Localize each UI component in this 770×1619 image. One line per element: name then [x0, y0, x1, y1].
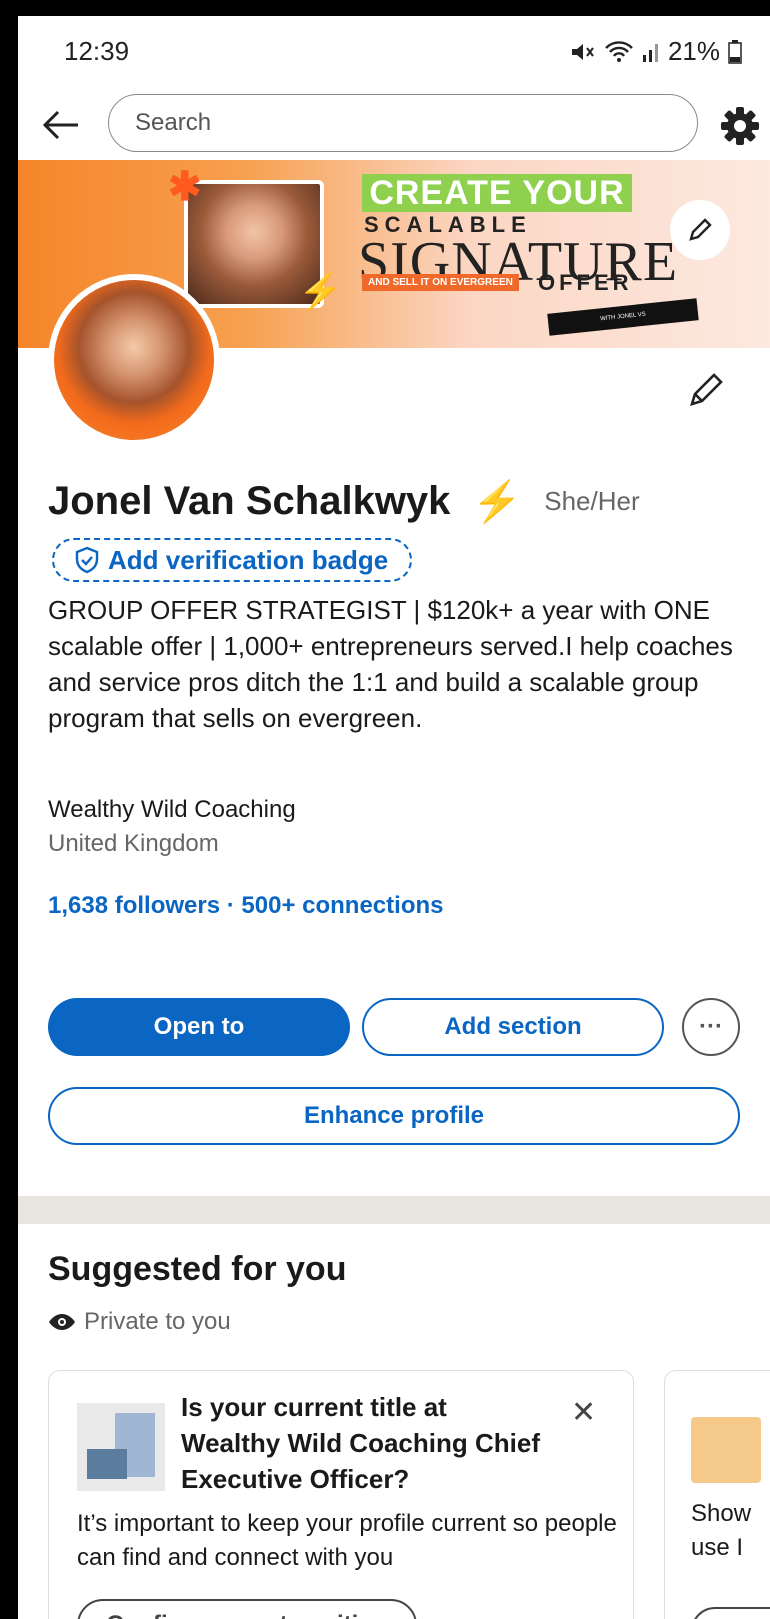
suggestion-2-line2: use I — [691, 1534, 744, 1561]
open-to-button[interactable]: Open to — [48, 998, 350, 1056]
followers-connections-link[interactable]: 1,638 followers · 500+ connections — [48, 892, 443, 920]
suggestion-title: Is your current title at Wealthy Wild Co… — [181, 1392, 540, 1494]
star-icon: ✱ — [168, 165, 202, 209]
section-divider — [18, 1196, 770, 1224]
banner-heading: CREATE YOUR — [362, 174, 632, 212]
status-bar: 12:39 21% — [18, 16, 770, 86]
search-row: Search — [18, 86, 770, 166]
suggestion-card: Is your current title at Wealthy Wild Co… — [48, 1370, 634, 1619]
pencil-icon — [689, 218, 712, 241]
edit-banner-button[interactable] — [670, 200, 730, 260]
confirm-position-button[interactable]: Confirm current position — [77, 1599, 417, 1619]
suggestion-body: It’s important to keep your profile curr… — [77, 1510, 617, 1571]
company-icon — [77, 1403, 165, 1491]
suggestion-card-2: Show use I Ad — [664, 1370, 770, 1619]
suggestion-2-text: Show use I — [691, 1497, 751, 1565]
banner-line4: OFFER — [538, 270, 633, 295]
privacy-note: Private to you — [48, 1308, 231, 1336]
search-input[interactable]: Search — [108, 94, 698, 152]
gear-icon[interactable] — [720, 106, 760, 146]
battery-label: 21% — [667, 36, 720, 66]
suggested-section-title: Suggested for you — [48, 1250, 347, 1288]
profile-headline: GROUP OFFER STRATEGIST | $120k+ a year w… — [48, 595, 733, 733]
lightning-icon: ⚡ — [298, 270, 343, 311]
name-row: Jonel Van Schalkwyk ⚡ She/Her — [48, 478, 640, 525]
location: United Kingdom — [48, 830, 219, 857]
signal-icon — [642, 41, 660, 63]
enhance-profile-button[interactable]: Enhance profile — [48, 1087, 740, 1145]
wifi-icon — [604, 40, 634, 64]
suggestion-2-line1: Show — [691, 1500, 752, 1527]
mute-icon — [570, 41, 596, 63]
profile-name: Jonel Van Schalkwyk — [48, 479, 451, 523]
banner-strip: WITH JONEL VS — [547, 298, 699, 336]
edit-intro-pencil-icon[interactable] — [686, 370, 726, 410]
privacy-label: Private to you — [84, 1308, 231, 1335]
add-verification-badge-button[interactable]: Add verification badge — [52, 538, 413, 582]
banner-subline: AND SELL IT ON EVERGREEN — [362, 274, 519, 291]
avatar[interactable] — [48, 274, 220, 446]
lightning-icon: ⚡ — [472, 480, 523, 524]
pronouns: She/Her — [544, 486, 640, 516]
more-options-button[interactable]: ··· — [682, 998, 740, 1056]
back-arrow-icon[interactable] — [38, 102, 84, 148]
battery-icon — [728, 39, 742, 64]
avatar-photo — [54, 280, 214, 440]
shield-check-icon — [75, 546, 99, 574]
folder-icon — [691, 1417, 761, 1483]
status-icons: 21% — [570, 36, 742, 67]
profile-screen: 12:39 21% Search ✱ ⚡ CREATE YOUR SCALABL… — [18, 16, 770, 1619]
eye-icon — [49, 1314, 75, 1330]
current-company[interactable]: Wealthy Wild Coaching — [48, 796, 296, 824]
status-time: 12:39 — [64, 36, 130, 66]
verification-label: Add verification badge — [108, 544, 389, 575]
close-icon[interactable]: ✕ — [571, 1395, 596, 1430]
add-section-button[interactable]: Add section — [362, 998, 664, 1056]
suggestion-2-action-button[interactable]: Ad — [691, 1607, 770, 1619]
